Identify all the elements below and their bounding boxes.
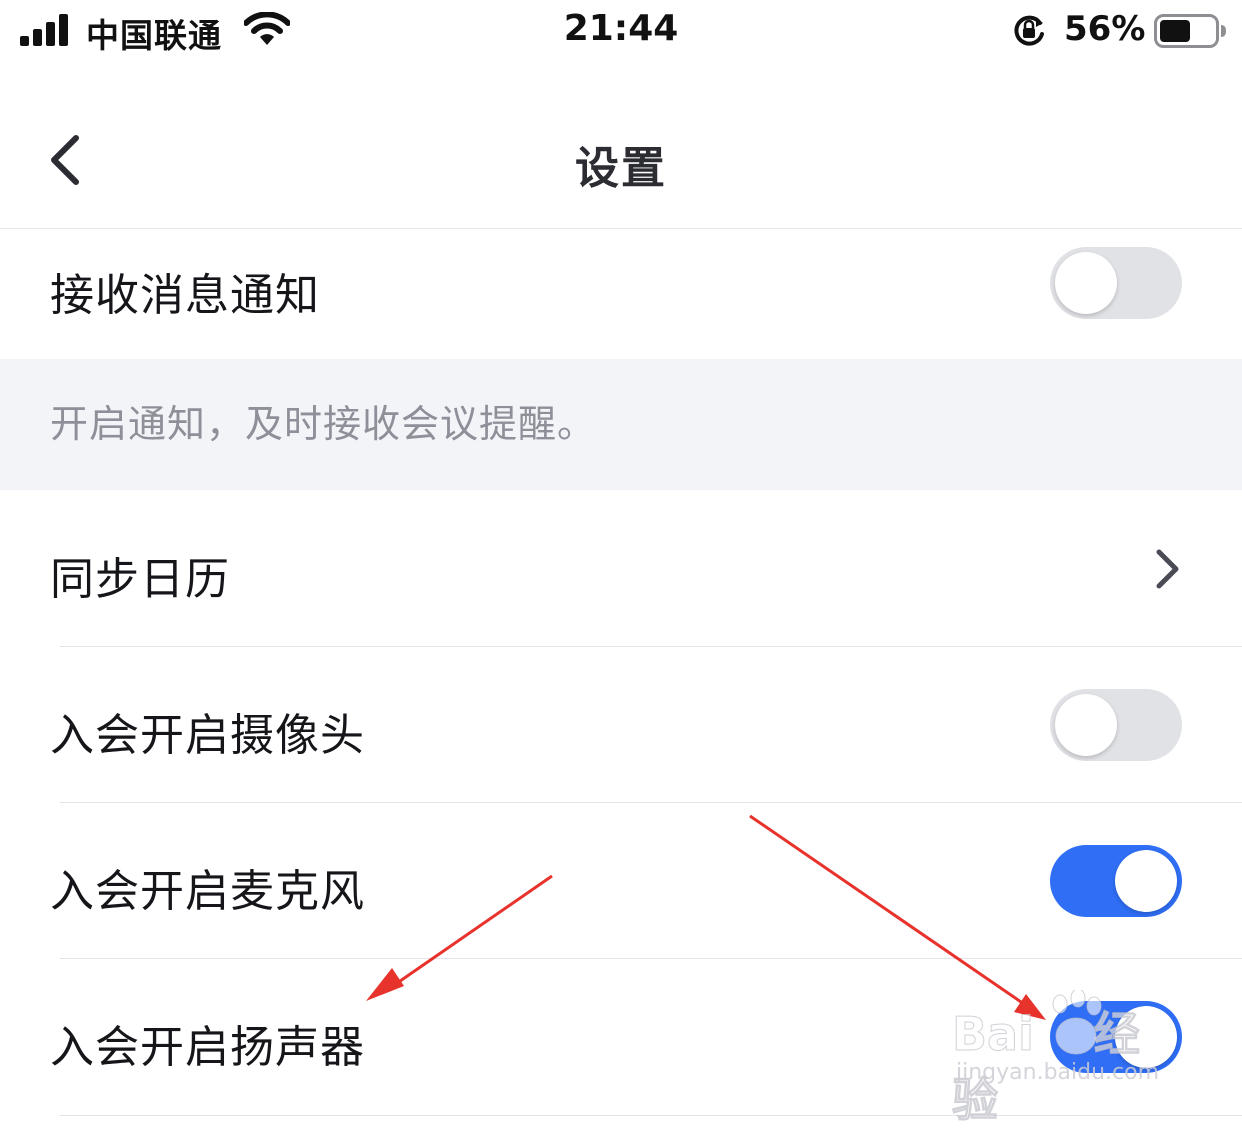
setting-row-camera: 入会开启摄像头	[0, 647, 1242, 803]
toggle-camera[interactable]	[1050, 689, 1182, 761]
battery-percentage: 56%	[1064, 9, 1146, 49]
notify-hint-text: 开启通知，及时接收会议提醒。	[50, 402, 597, 446]
setting-label-speaker: 入会开启扬声器	[50, 1022, 365, 1073]
toggle-knob	[1115, 1006, 1177, 1068]
orientation-lock-icon	[1014, 15, 1044, 46]
setting-label-microphone: 入会开启麦克风	[50, 866, 365, 917]
setting-row-sync-calendar[interactable]: 同步日历	[0, 491, 1242, 647]
setting-row-microphone: 入会开启麦克风	[0, 803, 1242, 959]
navigation-bar: 设置	[0, 92, 1242, 229]
toggle-speaker[interactable]	[1050, 1001, 1182, 1073]
setting-label-notify: 接收消息通知	[50, 270, 320, 321]
setting-label-sync-calendar: 同步日历	[50, 554, 230, 605]
toggle-microphone[interactable]	[1050, 845, 1182, 917]
toggle-notify[interactable]	[1050, 247, 1182, 319]
page-title: 设置	[575, 143, 667, 194]
setting-row-speaker: 入会开启扬声器	[0, 959, 1242, 1116]
clock: 21:44	[563, 8, 679, 49]
setting-row-notify: 接收消息通知	[0, 229, 1242, 359]
status-bar: 中国联通 21:44 56%	[0, 0, 1242, 66]
toggle-knob	[1115, 850, 1177, 912]
toggle-knob	[1055, 694, 1117, 756]
setting-label-camera: 入会开启摄像头	[50, 710, 365, 761]
divider	[60, 1115, 1242, 1116]
chevron-right-icon	[1156, 549, 1179, 589]
notify-hint-block: 开启通知，及时接收会议提醒。	[0, 359, 1242, 490]
toggle-knob	[1055, 252, 1117, 314]
battery-icon	[1154, 14, 1226, 48]
